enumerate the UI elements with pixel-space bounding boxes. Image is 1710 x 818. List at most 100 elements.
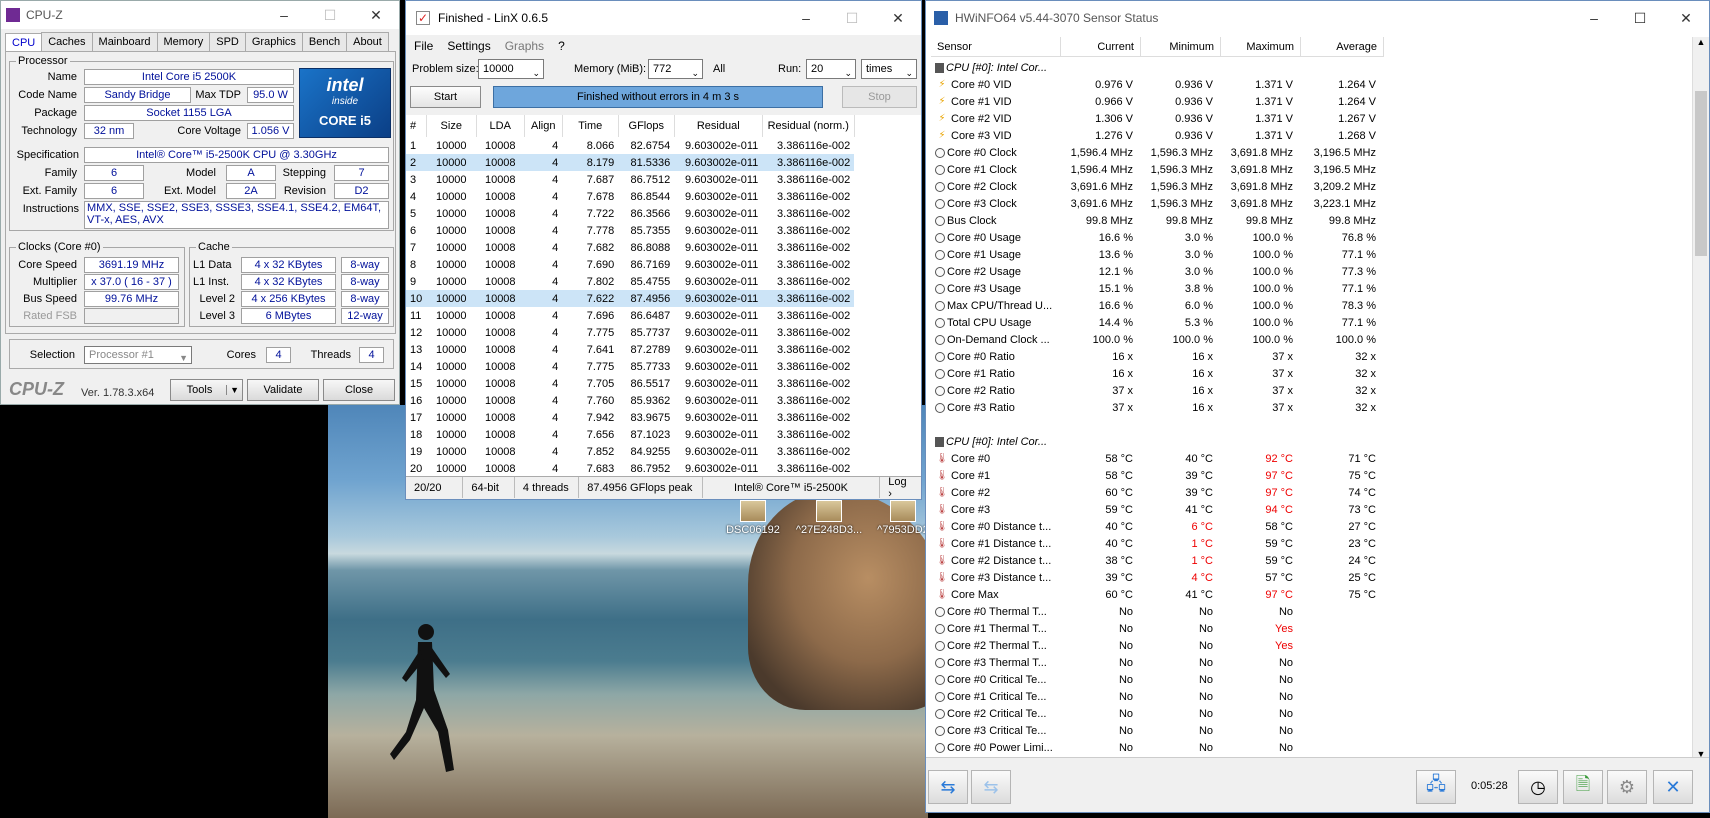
sensor-row[interactable]: Core #0 Usage 16.6 % 3.0 % 100.0 % 76.8 %	[931, 229, 1693, 246]
sensor-row[interactable]: Core #2 Critical Te... No No No	[931, 705, 1693, 722]
sensor-row[interactable]: 🌡 Core #0 58 °C 40 °C 92 °C 71 °C	[931, 450, 1693, 467]
results-row[interactable]: 7 10000 10008 4 7.682 86.8088 9.603002e-011 3.3…	[406, 239, 854, 256]
sensor-row[interactable]: 🌡 Core #1 Distance t... 40 °C 1 °C 59 °C 23 °…	[931, 535, 1693, 552]
results-column-header[interactable]: Align	[524, 115, 563, 137]
menu-settings[interactable]: Settings	[447, 39, 490, 53]
sensor-row[interactable]: Core #2 Clock 3,691.6 MHz 1,596.3 MHz 3,691…	[931, 178, 1693, 195]
memory-select[interactable]: 772 ⌄	[648, 59, 703, 79]
tools-button[interactable]: Tools ▼	[170, 379, 243, 401]
results-row[interactable]: 18 10000 10008 4 7.656 87.1023 9.603002e-011 3.…	[406, 426, 854, 443]
sensor-row[interactable]: Core #3 Clock 3,691.6 MHz 1,596.3 MHz 3,691…	[931, 195, 1693, 212]
results-row[interactable]: 6 10000 10008 4 7.778 85.7355 9.603002e-011 3.3…	[406, 222, 854, 239]
sensor-row[interactable]: Core #0 Thermal T... No No No	[931, 603, 1693, 620]
sensor-row[interactable]: Core #1 Critical Te... No No No	[931, 688, 1693, 705]
close-button[interactable]: Close	[323, 379, 395, 401]
sensor-row[interactable]: Core #0 Clock 1,596.4 MHz 1,596.3 MHz 3,691…	[931, 144, 1693, 161]
results-row[interactable]: 20 10000 10008 4 7.683 86.7952 9.603002e-011 3.…	[406, 460, 854, 477]
sensor-row[interactable]: Bus Clock 99.8 MHz 99.8 MHz 99.8 MHz 99.8 MH…	[931, 212, 1693, 229]
sensor-row[interactable]: 🌡 Core #0 Distance t... 40 °C 6 °C 58 °C 27 °…	[931, 518, 1693, 535]
sensor-row[interactable]: Total CPU Usage 14.4 % 5.3 % 100.0 % 77.1 %	[931, 314, 1693, 331]
all-label[interactable]: All	[713, 63, 725, 75]
navigate-left-right-icon[interactable]: ⇆	[928, 770, 968, 804]
clock-reset-icon[interactable]: ◷	[1518, 770, 1558, 804]
network-computers-icon[interactable]: 🖧	[1416, 770, 1456, 804]
linx-titlebar[interactable]: ✓ Finished - LinX 0.6.5 – ☐ ✕	[406, 1, 921, 35]
results-column-header[interactable]: Size	[426, 115, 477, 137]
results-row[interactable]: 3 10000 10008 4 7.687 86.7512 9.603002e-011 3.3…	[406, 171, 854, 188]
close-window-button[interactable]: ✕	[353, 1, 399, 30]
add-report-icon[interactable]: 🗎	[1563, 770, 1603, 804]
sensor-row[interactable]: 🌡 Core #1 58 °C 39 °C 97 °C 75 °C	[931, 467, 1693, 484]
sensor-row[interactable]: Core #0 Critical Te... No No No	[931, 671, 1693, 688]
results-row[interactable]: 11 10000 10008 4 7.696 86.6487 9.603002e-011 3.…	[406, 307, 854, 324]
run-unit-select[interactable]: times ⌄	[861, 59, 917, 79]
sensor-row[interactable]: Core #1 Ratio 16 x 16 x 37 x 32 x	[931, 365, 1693, 382]
tab-mainboard[interactable]: Mainboard	[91, 32, 158, 51]
sensor-row[interactable]: Core #1 Clock 1,596.4 MHz 1,596.3 MHz 3,691…	[931, 161, 1693, 178]
minimize-button[interactable]: –	[1571, 3, 1617, 33]
sensor-row[interactable]: Core #0 Power Limi... No No No	[931, 739, 1693, 756]
validate-button[interactable]: Validate	[247, 379, 319, 401]
sensor-group-header[interactable]: CPU [#0]: Intel Cor...	[931, 433, 1693, 450]
sensor-row[interactable]: Core #3 Ratio 37 x 16 x 37 x 32 x	[931, 399, 1693, 416]
processor-select[interactable]: Processor #1 ▼	[84, 346, 192, 364]
maximize-button[interactable]: ☐	[1617, 3, 1663, 33]
problem-size-select[interactable]: 10000 ⌄	[478, 59, 544, 79]
sensor-row[interactable]: Core #3 Critical Te... No No No	[931, 722, 1693, 739]
desktop-icon-dsc06192[interactable]: DSC06192	[716, 500, 790, 536]
sensor-row[interactable]: Core #1 Usage 13.6 % 3.0 % 100.0 % 77.1 %	[931, 246, 1693, 263]
scroll-up-arrow[interactable]: ▲	[1693, 37, 1709, 51]
column-maximum[interactable]: Maximum	[1221, 37, 1301, 56]
menu-graphs[interactable]: Graphs	[505, 39, 544, 53]
results-row[interactable]: 14 10000 10008 4 7.775 85.7733 9.603002e-011 3.…	[406, 358, 854, 375]
sensor-row[interactable]: Core #2 Ratio 37 x 16 x 37 x 32 x	[931, 382, 1693, 399]
sensor-row[interactable]: Core #3 Thermal T... No No No	[931, 654, 1693, 671]
results-column-header[interactable]: #	[406, 115, 427, 137]
vertical-scrollbar[interactable]: ▲ ▼	[1692, 37, 1709, 759]
sensor-row[interactable]: On-Demand Clock ... 100.0 % 100.0 % 100.0 %…	[931, 331, 1693, 348]
results-column-header[interactable]: Time	[562, 115, 619, 137]
sensor-row[interactable]: ⚡ Core #3 VID 1.276 V 0.936 V 1.371 V 1.268 V	[931, 127, 1693, 144]
column-minimum[interactable]: Minimum	[1141, 37, 1221, 56]
results-row[interactable]: 17 10000 10008 4 7.942 83.9675 9.603002e-011 3.…	[406, 409, 854, 426]
results-column-header[interactable]: LDA	[476, 115, 525, 137]
sensor-row[interactable]: ⚡ Core #2 VID 1.306 V 0.936 V 1.371 V 1.267 V	[931, 110, 1693, 127]
sensor-group-header[interactable]: CPU [#0]: Intel Cor...	[931, 59, 1693, 76]
run-count-select[interactable]: 20 ⌄	[806, 59, 856, 79]
close-window-button[interactable]: ✕	[875, 3, 921, 33]
column-current[interactable]: Current	[1061, 37, 1141, 56]
sensor-row[interactable]: 🌡 Core Max 60 °C 41 °C 97 °C 75 °C	[931, 586, 1693, 603]
maximize-button[interactable]: ☐	[829, 3, 875, 33]
results-row[interactable]: 15 10000 10008 4 7.705 86.5517 9.603002e-011 3.…	[406, 375, 854, 392]
menu-help[interactable]: ?	[558, 39, 565, 53]
sensor-row[interactable]: Core #3 Usage 15.1 % 3.8 % 100.0 % 77.1 %	[931, 280, 1693, 297]
results-row[interactable]: 8 10000 10008 4 7.690 86.7169 9.603002e-011 3.3…	[406, 256, 854, 273]
tab-about[interactable]: About	[346, 32, 389, 51]
menu-file[interactable]: File	[414, 39, 433, 53]
results-row[interactable]: 13 10000 10008 4 7.641 87.2789 9.603002e-011 3.…	[406, 341, 854, 358]
stop-button[interactable]: Stop	[842, 86, 917, 108]
close-window-button[interactable]: ✕	[1663, 3, 1709, 33]
results-row[interactable]: 5 10000 10008 4 7.722 86.3566 9.603002e-011 3.3…	[406, 205, 854, 222]
results-column-header[interactable]: Residual	[674, 115, 763, 137]
sensor-row[interactable]: Core #0 Ratio 16 x 16 x 37 x 32 x	[931, 348, 1693, 365]
tab-caches[interactable]: Caches	[41, 32, 93, 51]
sensor-row[interactable]: 🌡 Core #2 60 °C 39 °C 97 °C 74 °C	[931, 484, 1693, 501]
results-row[interactable]: 9 10000 10008 4 7.802 85.4755 9.603002e-011 3.3…	[406, 273, 854, 290]
results-column-header[interactable]: Residual (norm.)	[762, 115, 855, 137]
tab-graphics[interactable]: Graphics	[244, 32, 303, 51]
results-row[interactable]: 12 10000 10008 4 7.775 85.7737 9.603002e-011 3.…	[406, 324, 854, 341]
maximize-button[interactable]: ☐	[307, 1, 353, 30]
minimize-button[interactable]: –	[261, 1, 307, 30]
results-row[interactable]: 1 10000 10008 4 8.066 82.6754 9.603002e-011 3.3…	[406, 137, 854, 154]
scrollbar-thumb[interactable]	[1695, 91, 1707, 256]
navigate-arrows-disabled-icon[interactable]: ⇆	[971, 770, 1011, 804]
column-sensor[interactable]: Sensor	[931, 37, 1061, 56]
sensor-row[interactable]: Core #2 Usage 12.1 % 3.0 % 100.0 % 77.3 %	[931, 263, 1693, 280]
cpuz-titlebar[interactable]: CPU-Z – ☐ ✕	[1, 1, 399, 29]
results-row[interactable]: 10 10000 10008 4 7.622 87.4956 9.603002e-011 3.…	[406, 290, 855, 307]
results-row[interactable]: 2 10000 10008 4 8.179 81.5336 9.603002e-011 3.3…	[406, 154, 855, 171]
tab-bench[interactable]: Bench	[301, 32, 348, 51]
sensor-row[interactable]: 🌡 Core #3 59 °C 41 °C 94 °C 73 °C	[931, 501, 1693, 518]
tab-cpu[interactable]: CPU	[5, 33, 43, 52]
